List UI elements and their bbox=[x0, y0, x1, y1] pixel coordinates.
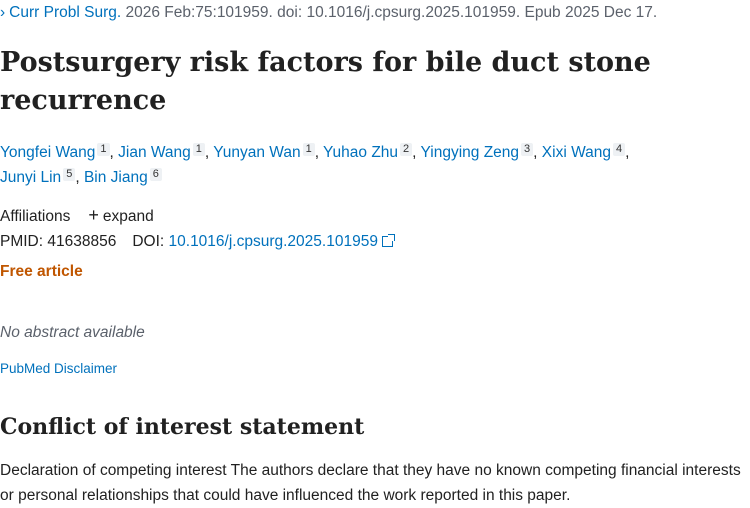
affiliation-ref[interactable]: 1 bbox=[97, 143, 110, 156]
journal-link[interactable]: Curr Probl Surg. bbox=[9, 4, 121, 21]
conflict-of-interest-text: Declaration of competing interest The au… bbox=[0, 462, 741, 504]
external-link-icon bbox=[381, 234, 395, 247]
author-list: Yongfei Wang 1, Jian Wang 1, Yunyan Wan 1, … bbox=[0, 143, 630, 186]
citation-text: 2026 Feb:75:101959. doi: 10.1016/j.cpsur… bbox=[121, 4, 658, 21]
author-link[interactable]: Xixi Wang bbox=[542, 144, 611, 161]
affiliation-ref[interactable]: 6 bbox=[149, 168, 162, 181]
free-article-badge: Free article bbox=[0, 263, 83, 280]
doi-link[interactable]: 10.1016/j.cpsurg.2025.101959 bbox=[168, 233, 395, 250]
no-abstract-text: No abstract available bbox=[0, 324, 145, 341]
author-link[interactable]: Yingying Zeng bbox=[421, 144, 520, 161]
doi-value: 10.1016/j.cpsurg.2025.101959 bbox=[168, 233, 378, 250]
conflict-of-interest-heading: Conflict of interest statement bbox=[0, 414, 365, 440]
author-link[interactable]: Junyi Lin bbox=[0, 169, 61, 186]
author-link[interactable]: Yunyan Wan bbox=[213, 144, 300, 161]
affiliation-ref[interactable]: 4 bbox=[612, 143, 626, 156]
pubmed-disclaimer-link[interactable]: PubMed Disclaimer bbox=[0, 361, 117, 376]
chevron-right-icon[interactable]: › bbox=[0, 4, 5, 22]
affiliation-ref[interactable]: 3 bbox=[521, 143, 534, 156]
doi-label: DOI: bbox=[132, 233, 165, 250]
affiliation-ref[interactable]: 5 bbox=[63, 168, 76, 181]
author-link[interactable]: Yongfei Wang bbox=[0, 144, 95, 161]
affiliation-ref[interactable]: 2 bbox=[400, 143, 413, 156]
author-link[interactable]: Jian Wang bbox=[118, 144, 191, 161]
author-link[interactable]: Yuhao Zhu bbox=[323, 144, 398, 161]
affiliations-toggle[interactable]: Affiliations + expand bbox=[0, 205, 154, 226]
expand-label: expand bbox=[102, 208, 154, 225]
article-title: Postsurgery risk factors for bile duct s… bbox=[0, 47, 651, 116]
identifiers: PMID: 41638856 DOI: 10.1016/j.cpsurg.2025… bbox=[0, 233, 395, 251]
affiliation-ref[interactable]: 1 bbox=[302, 143, 315, 156]
affiliation-ref[interactable]: 1 bbox=[192, 143, 205, 156]
pmid: PMID: 41638856 bbox=[0, 233, 117, 250]
author-link[interactable]: Bin Jiang bbox=[84, 169, 148, 186]
affiliations-label: Affiliations bbox=[0, 208, 71, 225]
plus-icon: + bbox=[88, 205, 99, 225]
journal-citation: › Curr Probl Surg. 2026 Feb:75:101959. do… bbox=[0, 4, 657, 22]
